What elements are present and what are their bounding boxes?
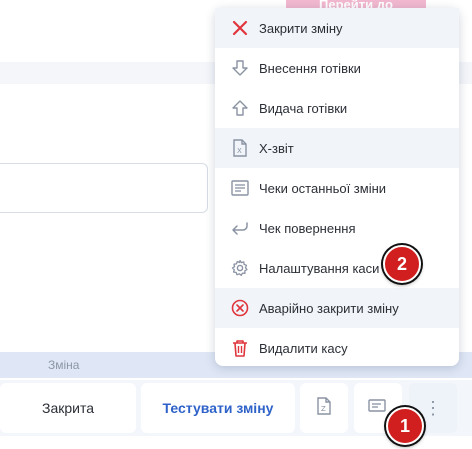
return-arrow-icon xyxy=(230,218,250,238)
menu-item-label: Налаштування каси xyxy=(259,260,380,276)
kebab-menu-icon: ⋮ xyxy=(424,398,442,418)
menu-item-emergency-close-shift[interactable]: Аварійно закрити зміну xyxy=(215,288,459,328)
menu-item-x-report[interactable]: X Х-звіт xyxy=(215,128,459,168)
menu-item-close-shift[interactable]: Закрити зміну xyxy=(215,8,459,48)
menu-item-cash-out[interactable]: Видача готівки xyxy=(215,88,459,128)
menu-item-label: Внесення готівки xyxy=(259,60,361,76)
menu-item-label: Закрити зміну xyxy=(259,20,343,36)
menu-item-label: Х-звіт xyxy=(259,140,294,156)
gear-icon xyxy=(230,258,250,278)
menu-item-return-receipt[interactable]: Чек повернення xyxy=(215,208,459,248)
svg-text:X: X xyxy=(237,147,242,155)
menu-item-label: Аварійно закрити зміну xyxy=(259,300,399,316)
receipts-list-icon xyxy=(230,178,250,198)
menu-item-label: Видалити касу xyxy=(259,340,348,356)
trash-icon xyxy=(230,338,250,358)
emergency-close-icon xyxy=(230,298,250,318)
close-x-icon xyxy=(230,18,250,38)
text-field[interactable] xyxy=(0,163,208,213)
shift-status-cell: Закрита xyxy=(0,383,136,433)
menu-item-label: Видача готівки xyxy=(259,100,348,116)
arrow-down-icon xyxy=(230,58,250,78)
column-header-shift: Зміна xyxy=(48,358,80,372)
menu-item-cash-in[interactable]: Внесення готівки xyxy=(215,48,459,88)
arrow-up-icon xyxy=(230,98,250,118)
step-marker-1: 1 xyxy=(386,407,424,445)
menu-item-label: Чек повернення xyxy=(259,220,356,236)
receipt-icon xyxy=(368,398,388,419)
menu-item-cash-register-settings[interactable]: Налаштування каси xyxy=(215,248,459,288)
z-report-button[interactable]: Z xyxy=(300,383,348,433)
test-shift-button[interactable]: Тестувати зміну xyxy=(141,383,295,433)
svg-text:Z: Z xyxy=(321,405,326,413)
z-report-icon: Z xyxy=(316,396,332,420)
menu-item-label: Чеки останньої зміни xyxy=(259,180,387,196)
menu-item-delete-cash-register[interactable]: Видалити касу xyxy=(215,328,459,368)
x-report-icon: X xyxy=(230,138,250,158)
shift-actions-menu: Закрити зміну Внесення готівки Видача го… xyxy=(215,8,459,366)
menu-item-last-shift-receipts[interactable]: Чеки останньої зміни xyxy=(215,168,459,208)
step-marker-2: 2 xyxy=(383,245,421,283)
